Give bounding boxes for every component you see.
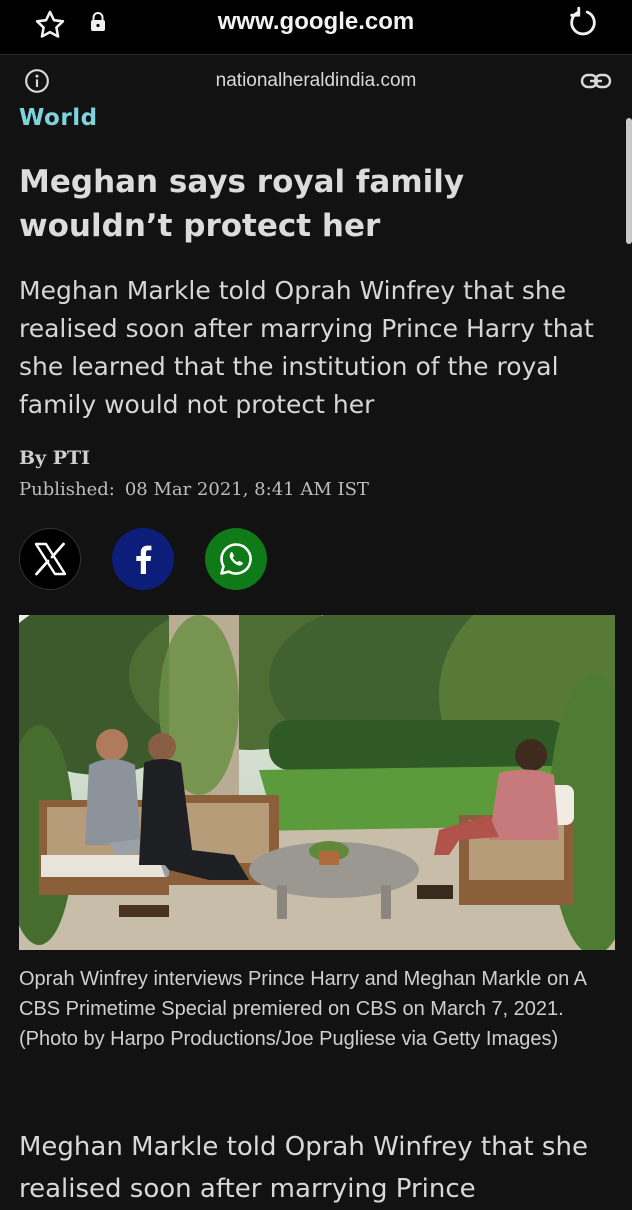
- article-body-start: Meghan Markle told Oprah Winfrey that sh…: [19, 1132, 588, 1204]
- whatsapp-icon: [220, 543, 252, 575]
- article-photo[interactable]: [19, 615, 615, 950]
- article-headline: Meghan says royal family wouldn’t protec…: [19, 164, 465, 244]
- published-date: 08 Mar 2021, 8:41 AM IST: [124, 479, 369, 500]
- article-summary: Meghan Markle told Oprah Winfrey that sh…: [19, 276, 594, 419]
- x-icon: [34, 542, 67, 576]
- share-facebook-button[interactable]: [112, 528, 174, 590]
- published-label: Published:: [19, 479, 115, 500]
- published-line: Published: 08 Mar 2021, 8:41 AM IST: [19, 479, 369, 500]
- site-info-bar: nationalheraldindia.com: [0, 56, 632, 106]
- link-icon[interactable]: [580, 68, 612, 94]
- scrollbar-thumb[interactable]: [626, 118, 632, 244]
- site-domain[interactable]: nationalheraldindia.com: [0, 70, 632, 92]
- share-x-button[interactable]: [19, 528, 81, 590]
- facebook-icon: [136, 545, 152, 574]
- url-text[interactable]: www.google.com: [0, 8, 632, 36]
- author-byline: By PTI: [19, 447, 91, 469]
- browser-address-bar: www.google.com: [0, 0, 632, 55]
- photo-caption: Oprah Winfrey interviews Prince Harry an…: [19, 968, 586, 1050]
- reload-icon[interactable]: [566, 6, 600, 40]
- category-label[interactable]: World: [19, 105, 98, 131]
- share-whatsapp-button[interactable]: [205, 528, 267, 590]
